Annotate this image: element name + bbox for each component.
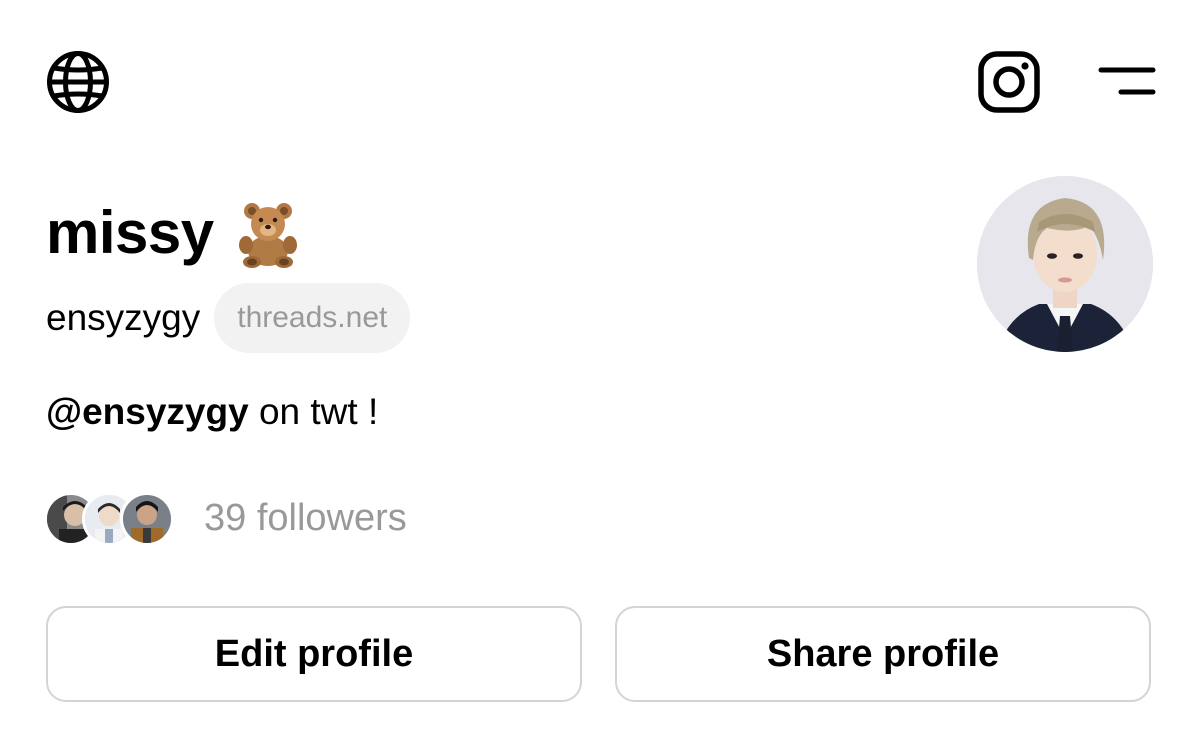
- threads-domain-chip[interactable]: threads.net: [214, 283, 411, 353]
- edit-profile-button[interactable]: Edit profile: [46, 606, 582, 702]
- follower-avatar: [120, 492, 174, 546]
- bio: @ensyzygy on twt !: [46, 386, 378, 438]
- username: ensyzygy: [46, 297, 201, 338]
- menu-icon[interactable]: [1096, 60, 1158, 104]
- handle-row: ensyzygy threads.net: [46, 283, 411, 353]
- threads-profile-page: missy ensyzygy threads.net @ensyzygy on …: [0, 0, 1200, 733]
- display-name-text: missy: [46, 199, 214, 266]
- instagram-icon[interactable]: [977, 50, 1041, 114]
- followers-count[interactable]: 39 followers: [204, 490, 407, 546]
- profile-avatar[interactable]: [977, 176, 1153, 352]
- follower-avatars: [44, 490, 178, 546]
- bio-text: on twt !: [248, 391, 379, 432]
- followers-row[interactable]: 39 followers: [44, 490, 407, 546]
- teddy-bear-emoji: [232, 197, 304, 269]
- globe-icon[interactable]: [46, 50, 110, 114]
- display-name: missy: [46, 192, 304, 274]
- share-profile-button[interactable]: Share profile: [615, 606, 1151, 702]
- bio-mention-link[interactable]: @ensyzygy: [46, 391, 249, 432]
